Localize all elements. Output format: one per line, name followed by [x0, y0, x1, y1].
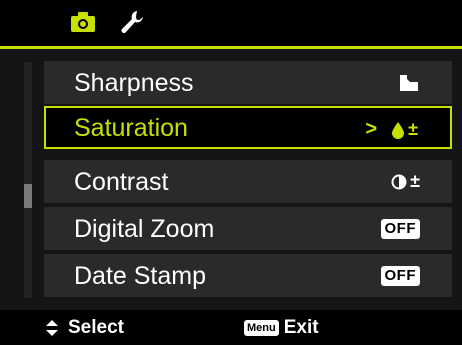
- tab-setup[interactable]: [115, 6, 149, 38]
- menu-item-label: Date Stamp: [74, 262, 207, 290]
- menu-item-label: Contrast: [74, 168, 169, 196]
- scrollbar-track[interactable]: [24, 62, 32, 298]
- menu-item-digital-zoom[interactable]: Digital Zoom OFF: [44, 207, 452, 250]
- menu-item-value: ±: [391, 160, 420, 203]
- menu-key-badge: Menu: [244, 319, 279, 336]
- menu-item-label: Digital Zoom: [74, 215, 215, 243]
- scrollbar-thumb[interactable]: [24, 184, 32, 208]
- hint-select-label: Select: [68, 316, 124, 338]
- submenu-arrow: >: [365, 118, 378, 140]
- menu-item-label: Sharpness: [74, 69, 194, 97]
- adjust-sign: ±: [408, 119, 418, 139]
- menu-item-value: OFF: [380, 254, 420, 297]
- wrench-icon: [121, 11, 143, 34]
- hint-exit-label: Exit: [283, 316, 319, 338]
- menu-item-label: Saturation: [74, 114, 188, 142]
- sharpness-icon: [400, 74, 418, 91]
- menu-item-contrast[interactable]: Contrast ±: [44, 160, 452, 203]
- off-badge: OFF: [380, 218, 420, 239]
- menu-item-date-stamp[interactable]: Date Stamp OFF: [44, 254, 452, 297]
- hint-select: Select: [44, 310, 124, 345]
- menu-item-sharpness[interactable]: Sharpness: [44, 61, 452, 104]
- tab-camera[interactable]: [66, 6, 100, 38]
- adjust-sign: ±: [410, 171, 420, 191]
- menu-item-value: > ±: [365, 108, 418, 151]
- contrast-icon: [391, 174, 407, 189]
- hint-exit: Menu Exit: [244, 310, 319, 345]
- camera-icon: [71, 12, 95, 32]
- tab-bar: [0, 0, 462, 46]
- off-badge: OFF: [380, 265, 420, 286]
- menu-item-value: OFF: [380, 207, 420, 250]
- menu-item-value: [398, 61, 420, 104]
- menu-item-saturation[interactable]: Saturation > ±: [44, 106, 452, 149]
- up-down-arrows-icon: [46, 319, 58, 336]
- footer-hints: Select Menu Exit: [0, 310, 462, 345]
- saturation-drop-icon: [392, 121, 405, 139]
